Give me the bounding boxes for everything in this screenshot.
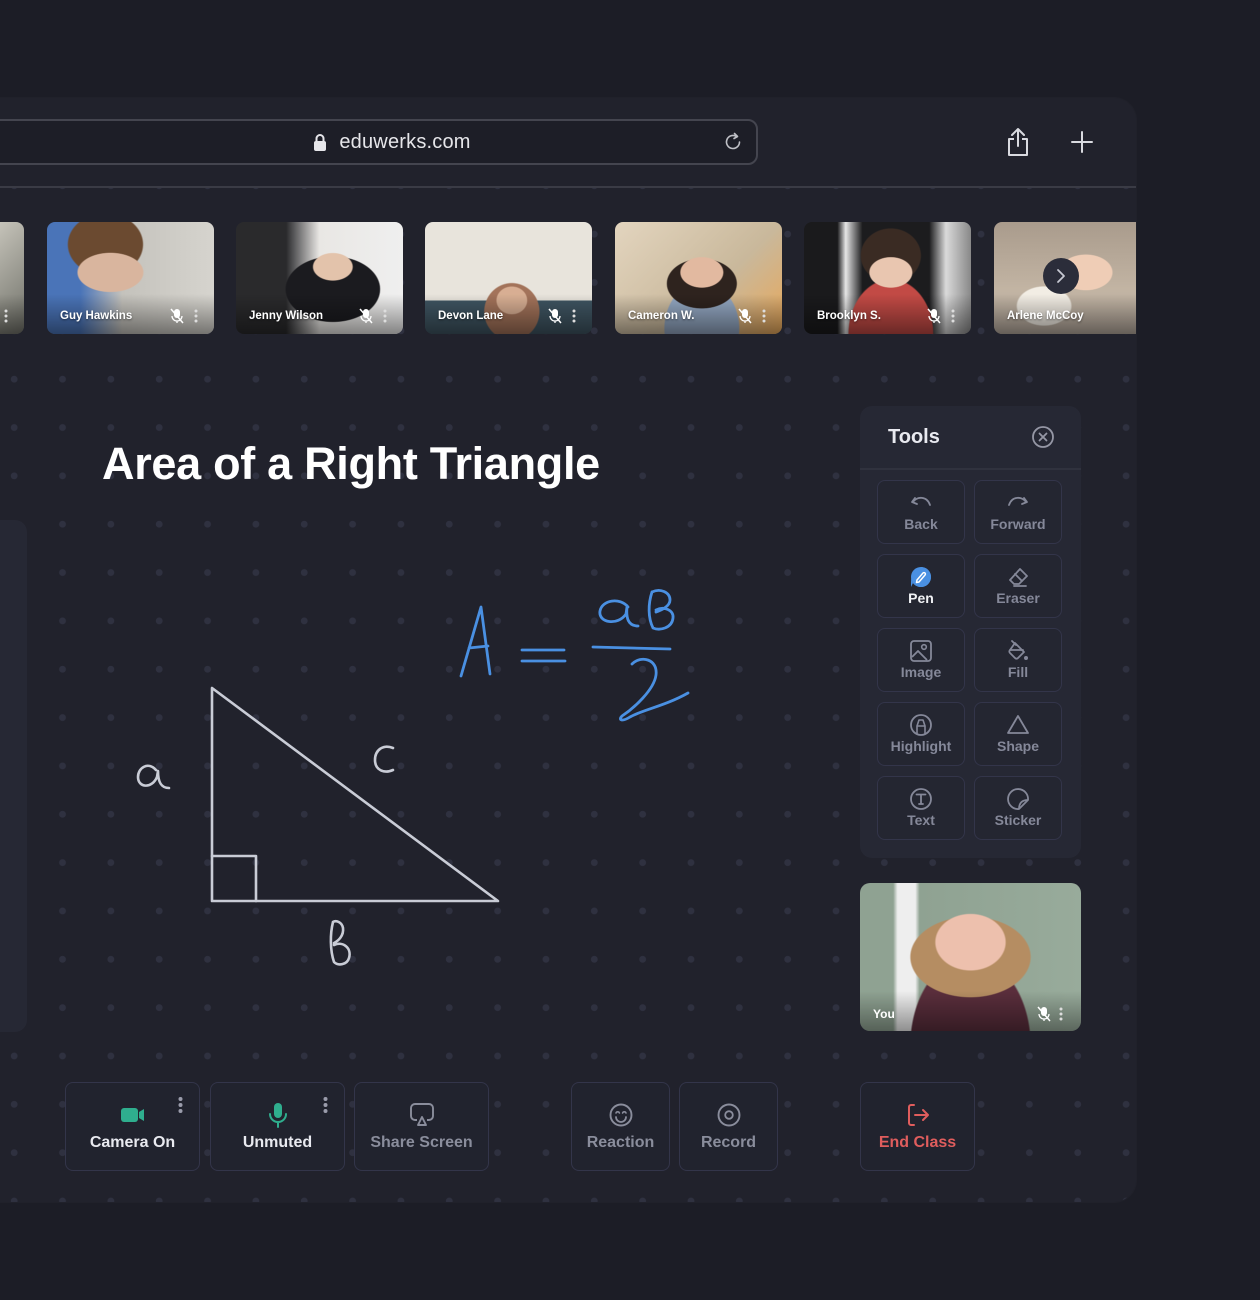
tool-image-button[interactable]: Image [877,628,965,692]
tool-highlight-button[interactable]: Highlight [877,702,965,766]
end-class-button[interactable]: End Class [860,1082,975,1171]
participant-name: Brooklyn S. [817,310,881,322]
pen-icon [911,567,931,587]
share-screen-icon [409,1102,434,1126]
mic-options-icon[interactable] [323,1097,328,1113]
tool-forward-button[interactable]: Forward [974,480,1062,544]
mic-muted-icon [548,308,562,324]
tools-header: Tools [860,406,1081,470]
participant-name: Cameron W. [628,310,695,322]
address-bar[interactable]: eduwerks.com [0,119,758,165]
tool-text-button[interactable]: Text [877,776,965,840]
participant-tile[interactable] [0,222,24,334]
mic-muted-icon [170,308,184,324]
next-participants-button[interactable] [1043,258,1079,294]
mic-muted-icon [359,308,373,324]
mic-button[interactable]: Unmuted [210,1082,345,1171]
share-icon[interactable] [1004,126,1032,158]
participant-tile[interactable]: Guy Hawkins [47,222,214,334]
shape-icon [1007,715,1029,734]
tool-back-button[interactable]: Back [877,480,965,544]
sticker-icon [1007,788,1029,810]
more-icon[interactable] [194,309,198,323]
participant-tile[interactable]: Cameron W. [615,222,782,334]
board-title: Area of a Right Triangle [102,438,600,489]
lock-icon [314,134,327,151]
tool-sticker-button[interactable]: Sticker [974,776,1062,840]
record-icon [717,1103,740,1126]
record-button[interactable]: Record [679,1082,778,1171]
tool-pen-button[interactable]: Pen [877,554,965,618]
chevron-right-icon [1057,269,1065,283]
redo-icon [1008,496,1028,506]
mic-muted-icon [927,308,941,324]
more-icon[interactable] [951,309,955,323]
new-tab-icon[interactable] [1068,126,1096,158]
more-icon[interactable] [4,309,8,323]
share-screen-button[interactable]: Share Screen [354,1082,489,1171]
tool-fill-button[interactable]: Fill [974,628,1062,692]
participant-name: Guy Hawkins [60,310,133,322]
tools-panel: Tools Back Forward Pen Eraser Image Fill… [860,406,1081,858]
tool-eraser-button[interactable]: Eraser [974,554,1062,618]
tools-title: Tools [888,425,940,448]
more-icon[interactable] [1059,1007,1063,1021]
call-controls: Camera On Unmuted Share Screen Reaction … [0,1082,1136,1172]
participant-name: Jenny Wilson [249,310,324,322]
participant-tile[interactable]: Brooklyn S. [804,222,971,334]
self-name: You [873,1007,895,1021]
text-icon [910,788,932,810]
participant-name: Arlene McCoy [1007,310,1084,322]
side-panel-collapsed [0,520,27,1032]
undo-icon [911,496,931,506]
eraser-icon [1009,568,1028,587]
image-icon [910,640,932,662]
participant-tile[interactable]: Jenny Wilson [236,222,403,334]
camera-button[interactable]: Camera On [65,1082,200,1171]
participant-strip: Guy Hawkins Jenny Wilson Devon Lane Came… [0,222,1136,334]
camera-icon [120,1107,144,1122]
fill-icon [1008,640,1028,660]
participant-name: Devon Lane [438,310,504,322]
more-icon[interactable] [762,309,766,323]
microphone-icon [268,1102,287,1128]
mic-muted-icon [738,308,752,324]
self-video[interactable]: You [860,883,1081,1031]
close-icon[interactable] [1031,425,1055,449]
url-text: eduwerks.com [339,130,471,153]
mic-muted-icon [1037,1006,1051,1022]
browser-window: eduwerks.com Guy Hawkins Jenny Wilson De… [0,98,1136,1202]
more-icon[interactable] [383,309,387,323]
camera-options-icon[interactable] [178,1097,183,1113]
reload-icon[interactable] [722,131,744,153]
smiley-icon [609,1103,632,1126]
more-icon[interactable] [572,309,576,323]
participant-tile[interactable]: Devon Lane [425,222,592,334]
exit-icon [907,1103,929,1126]
reaction-button[interactable]: Reaction [571,1082,670,1171]
tool-shape-button[interactable]: Shape [974,702,1062,766]
browser-toolbar: eduwerks.com [0,98,1136,188]
highlight-icon [910,714,932,736]
tools-grid: Back Forward Pen Eraser Image Fill Highl… [877,480,1062,840]
